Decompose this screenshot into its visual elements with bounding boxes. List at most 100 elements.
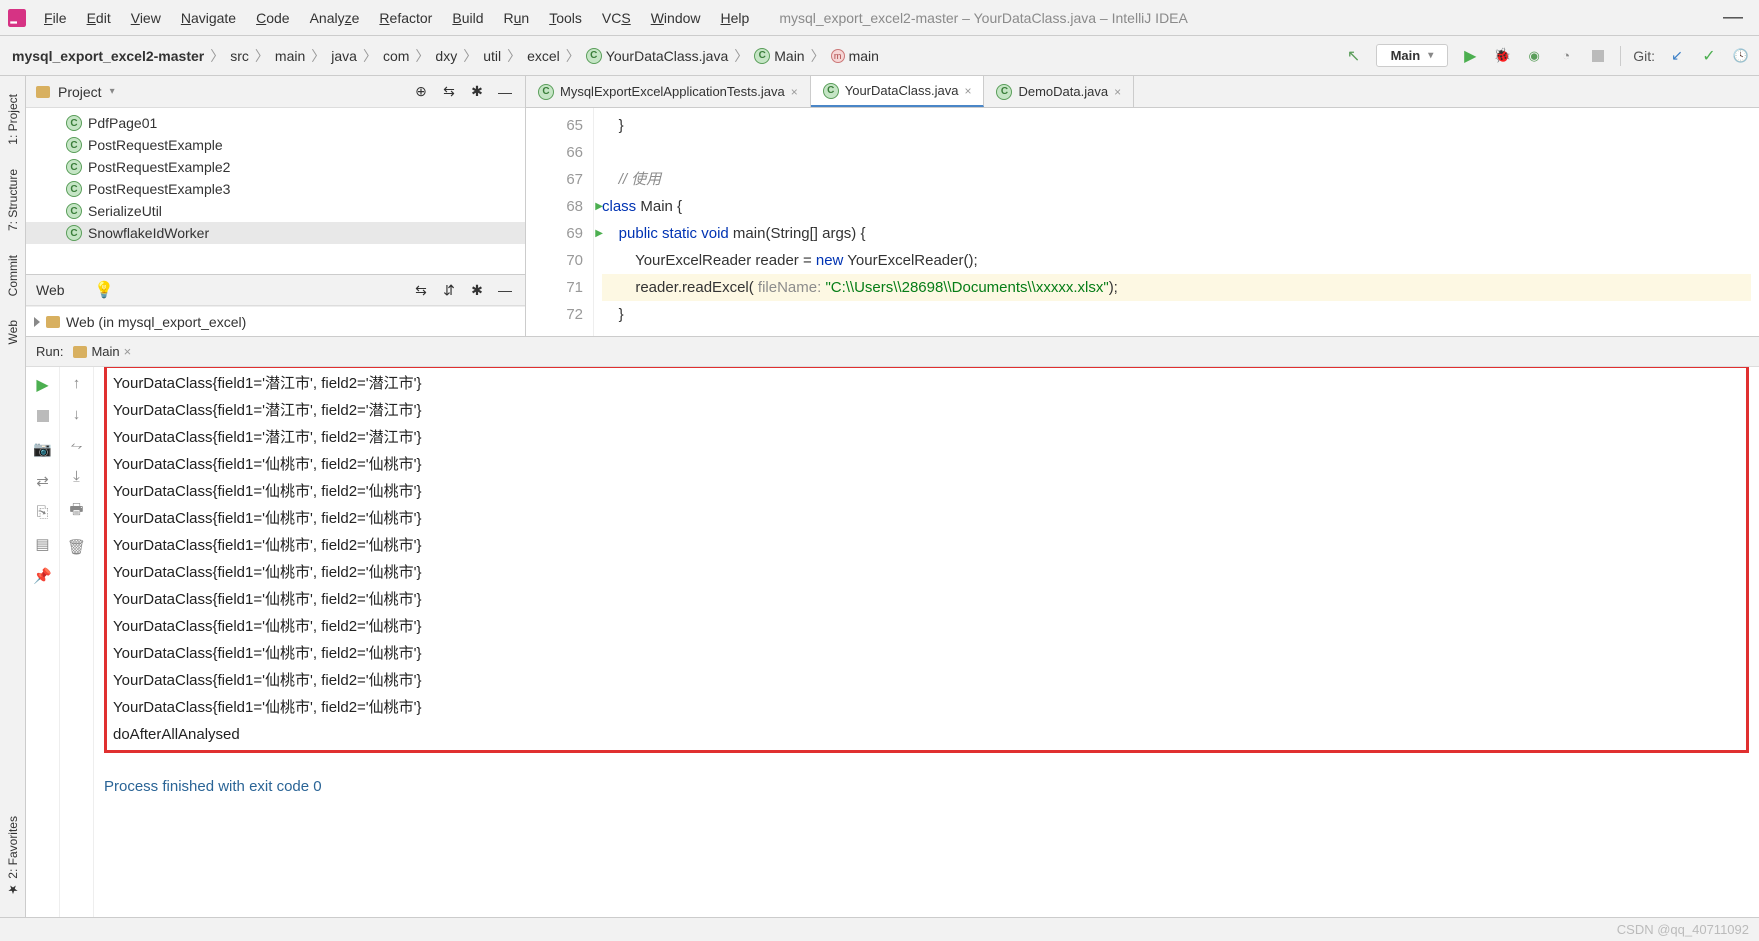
close-icon[interactable]: × — [964, 84, 971, 98]
project-title[interactable]: Project — [58, 84, 102, 100]
close-icon[interactable]: × — [791, 85, 798, 99]
pin-icon[interactable]: 📌 — [33, 567, 52, 585]
editor-tab[interactable]: CMysqlExportExcelApplicationTests.java× — [526, 76, 811, 107]
up-icon[interactable]: ↑ — [73, 375, 81, 392]
editor-pane: CMysqlExportExcelApplicationTests.java× … — [526, 76, 1759, 336]
tree-item[interactable]: CSnowflakeIdWorker — [26, 222, 525, 244]
tab-project[interactable]: 1: Project — [4, 84, 22, 155]
run-tool-window: Run: Main × ▶ 📷 ⇄ ⎘ ▤ 📌 ↑ ↓ ⥊ ⤓ — [26, 336, 1759, 917]
gutter[interactable]: 6566676869707172 — [526, 108, 594, 336]
exit-line: Process finished with exit code 0 — [104, 773, 1749, 800]
editor-tab[interactable]: CDemoData.java× — [984, 76, 1134, 107]
profile-icon[interactable]: ◔ — [1556, 46, 1576, 66]
crumb-root[interactable]: mysql_export_excel2-master — [8, 48, 208, 64]
run-config-select[interactable]: Main ▾ — [1376, 44, 1449, 67]
menu-analyze[interactable]: Analyze — [300, 6, 370, 30]
print-icon[interactable]: 🖶 — [69, 499, 83, 524]
crumb-file[interactable]: C YourDataClass.java — [582, 48, 732, 64]
project-header: Project ▾ ⊕ ⇆ ✱ — — [26, 76, 525, 108]
menu-build[interactable]: Build — [442, 6, 493, 30]
navigation-bar: mysql_export_excel2-master 〉 src〉 main〉 … — [0, 36, 1759, 76]
crumb-src[interactable]: src — [226, 48, 253, 64]
crumb-util[interactable]: util — [479, 48, 505, 64]
menu-bar: File Edit View Navigate Code Analyze Ref… — [0, 0, 1759, 36]
build-icon[interactable]: ↖ — [1344, 46, 1364, 66]
crumb-dxy[interactable]: dxy — [431, 48, 461, 64]
git-commit-icon[interactable]: ✓ — [1699, 46, 1719, 66]
menu-run[interactable]: Run — [494, 6, 540, 30]
toolbar: ↖ Main ▾ ▶ 🐞 ◉ ◔ Git: ↙ ✓ 🕓 — [1344, 44, 1751, 67]
tab-web[interactable]: Web — [4, 310, 22, 354]
collapse-icon[interactable]: ⇵ — [439, 280, 459, 300]
expand-arrow-icon[interactable] — [34, 317, 40, 327]
hide-icon[interactable]: — — [495, 82, 515, 102]
run-output[interactable]: YourDataClass{field1='潜江市', field2='潜江市'… — [94, 367, 1759, 917]
git-label: Git: — [1633, 48, 1655, 64]
minimize-button[interactable]: — — [1715, 6, 1751, 29]
tree-item[interactable]: CPostRequestExample — [26, 134, 525, 156]
layout2-icon[interactable]: ▤ — [35, 535, 49, 553]
run-label: Run: — [36, 344, 63, 359]
run-icon[interactable]: ▶ — [1460, 46, 1480, 66]
settings-icon[interactable]: ✱ — [467, 280, 487, 300]
locate-icon[interactable]: ⊕ — [411, 82, 431, 102]
stop-icon[interactable] — [1588, 46, 1608, 66]
menu-refactor[interactable]: Refactor — [369, 6, 442, 30]
trash-icon[interactable]: 🗑 — [67, 538, 86, 556]
camera-icon[interactable]: 📷 — [33, 440, 52, 458]
expand-icon[interactable]: ⇆ — [411, 280, 431, 300]
tree-item[interactable]: CPostRequestExample3 — [26, 178, 525, 200]
crumb-com[interactable]: com — [379, 48, 413, 64]
menu-navigate[interactable]: Navigate — [171, 6, 246, 30]
tree-item[interactable]: CSerializeUtil — [26, 200, 525, 222]
menu-vcs[interactable]: VCS — [592, 6, 641, 30]
scroll-icon[interactable]: ⤓ — [73, 468, 80, 485]
debug-icon[interactable]: 🐞 — [1492, 46, 1512, 66]
stop-icon[interactable] — [37, 409, 49, 426]
editor-body[interactable]: 6566676869707172 } // 使用class Main { pub… — [526, 108, 1759, 336]
crumb-excel[interactable]: excel — [523, 48, 564, 64]
crumb-main[interactable]: main — [271, 48, 309, 64]
run-config-name[interactable]: Main — [91, 344, 119, 359]
git-update-icon[interactable]: ↙ — [1667, 46, 1687, 66]
tab-favorites[interactable]: ★ 2: Favorites — [4, 806, 22, 907]
web-item[interactable]: Web (in mysql_export_excel) — [66, 314, 246, 330]
crumb-class[interactable]: C Main — [750, 48, 808, 64]
run-side-toolbar-2: ↑ ↓ ⥊ ⤓ 🖶 🗑 — [60, 367, 94, 917]
tab-commit[interactable]: Commit — [4, 245, 22, 306]
settings-icon[interactable]: ✱ — [467, 82, 487, 102]
down-icon[interactable]: ↓ — [73, 406, 81, 423]
exit-icon[interactable]: ⎘ — [36, 504, 48, 521]
crumb-java[interactable]: java — [327, 48, 361, 64]
menu-file[interactable]: File — [34, 6, 77, 30]
menu-window[interactable]: Window — [641, 6, 711, 30]
menu-help[interactable]: Help — [711, 6, 760, 30]
run-header: Run: Main × — [26, 337, 1759, 367]
coverage-icon[interactable]: ◉ — [1524, 46, 1544, 66]
close-icon[interactable]: × — [124, 344, 132, 359]
window-title: mysql_export_excel2-master – YourDataCla… — [779, 10, 1188, 26]
tree-item[interactable]: CPdfPage01 — [26, 112, 525, 134]
project-tree[interactable]: CPdfPage01 CPostRequestExample CPostRequ… — [26, 108, 525, 274]
layout-icon[interactable]: ⇄ — [36, 472, 49, 490]
highlighted-output: YourDataClass{field1='潜江市', field2='潜江市'… — [104, 367, 1749, 753]
hide-icon[interactable]: — — [495, 280, 515, 300]
code-area[interactable]: } // 使用class Main { public static void m… — [594, 108, 1759, 336]
expand-icon[interactable]: ⇆ — [439, 82, 459, 102]
menu-tools[interactable]: Tools — [539, 6, 592, 30]
web-tree[interactable]: Web (in mysql_export_excel) — [26, 306, 525, 336]
rerun-icon[interactable]: ▶ — [36, 375, 48, 395]
footer: CSDN @qq_40711092 — [0, 917, 1759, 941]
editor-tabs: CMysqlExportExcelApplicationTests.java× … — [526, 76, 1759, 108]
wrap-icon[interactable]: ⥊ — [70, 437, 82, 454]
menu-code[interactable]: Code — [246, 6, 299, 30]
git-history-icon[interactable]: 🕓 — [1731, 46, 1751, 66]
editor-tab[interactable]: CYourDataClass.java× — [811, 76, 985, 107]
crumb-method[interactable]: m main — [827, 48, 883, 64]
close-icon[interactable]: × — [1114, 85, 1121, 99]
tree-item[interactable]: CPostRequestExample2 — [26, 156, 525, 178]
menu-view[interactable]: View — [121, 6, 171, 30]
tab-structure[interactable]: 7: Structure — [4, 159, 22, 241]
web-title[interactable]: Web — [36, 282, 65, 298]
menu-edit[interactable]: Edit — [77, 6, 121, 30]
